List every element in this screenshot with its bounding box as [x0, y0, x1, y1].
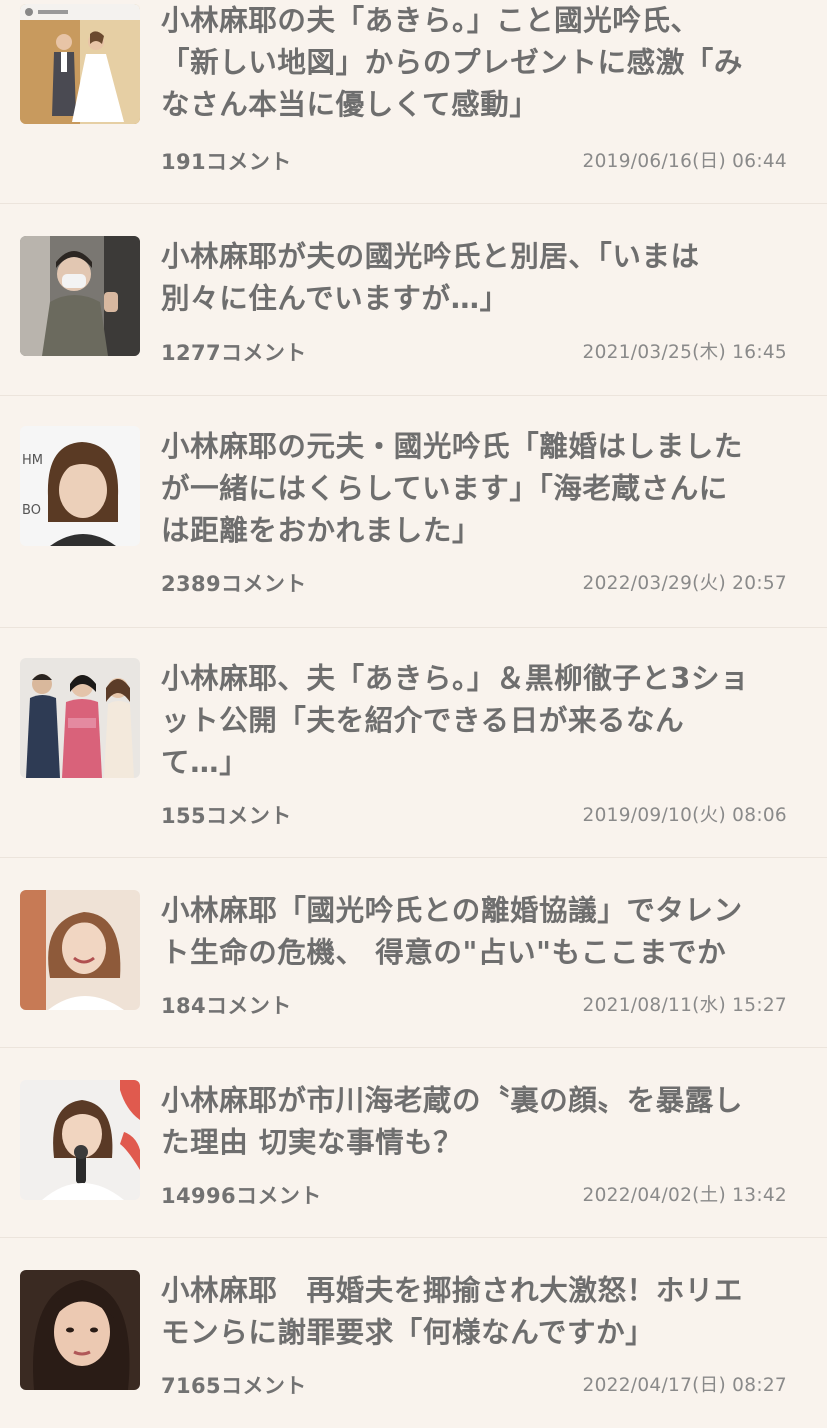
- article-title[interactable]: 小林麻耶の元夫・國光吟氏「離婚はしました が一緒にはくらしています」「海老蔵さん…: [161, 426, 791, 552]
- comment-count: 7165コメント: [161, 1374, 307, 1398]
- article-date: 2022/04/17(日) 08:27: [582, 1375, 787, 1396]
- comment-count: 184コメント: [161, 994, 292, 1018]
- wedding-photo-thumbnail[interactable]: [20, 4, 140, 124]
- comment-count: 1277コメント: [161, 341, 307, 365]
- article-item[interactable]: 小林麻耶「國光吟氏との離婚協議」でタレン ト生命の危機、 得意の"占い"もここま…: [0, 858, 827, 1048]
- article-item[interactable]: HM BO 小林麻耶の元夫・國光吟氏「離婚はしました が一緒にはくらしています」…: [0, 396, 827, 628]
- article-date: 2022/04/02(土) 13:42: [582, 1185, 787, 1206]
- woman-portrait-photo-thumbnail[interactable]: HM BO: [20, 426, 140, 546]
- article-date: 2021/08/11(水) 15:27: [582, 995, 787, 1016]
- article-date: 2019/06/16(日) 06:44: [582, 151, 787, 172]
- article-item[interactable]: 小林麻耶が夫の國光吟氏と別居、「いまは 別々に住んでいますが…」 1277コメン…: [0, 204, 827, 396]
- article-date: 2022/03/29(火) 20:57: [582, 573, 787, 594]
- article-item[interactable]: 小林麻耶が市川海老蔵の〝裏の顔〟を暴露し た理由 切実な事情も？ 14996コメ…: [0, 1048, 827, 1238]
- article-date: 2021/03/25(木) 16:45: [582, 342, 787, 363]
- article-item[interactable]: 小林麻耶の夫「あきら。」こと國光吟氏、 「新しい地図」からのプレゼントに感激「み…: [0, 0, 827, 204]
- smiling-woman-photo-icon: [20, 890, 140, 1010]
- article-title[interactable]: 小林麻耶が市川海老蔵の〝裏の顔〟を暴露し た理由 切実な事情も？: [161, 1080, 791, 1164]
- svg-text:HM: HM: [22, 453, 43, 468]
- woman-microphone-photo-icon: [20, 1080, 140, 1200]
- article-title[interactable]: 小林麻耶、夫「あきら。」＆黒柳徹子と3ショ ット公開「夫を紹介できる日が来るなん…: [161, 658, 791, 784]
- comment-count: 191コメント: [161, 150, 292, 174]
- woman-microphone-photo-thumbnail[interactable]: [20, 1080, 140, 1200]
- article-title[interactable]: 小林麻耶 再婚夫を揶揄され大激怒！ホリエ モンらに謝罪要求「何様なんですか」: [161, 1270, 791, 1354]
- masked-woman-photo-icon: [20, 236, 140, 356]
- woman-portrait-photo-icon: HM BO: [20, 426, 140, 546]
- masked-woman-photo-thumbnail[interactable]: [20, 236, 140, 356]
- svg-text:BO: BO: [22, 503, 41, 518]
- article-title[interactable]: 小林麻耶が夫の國光吟氏と別居、「いまは 別々に住んでいますが…」: [161, 236, 791, 320]
- comment-count: 155コメント: [161, 804, 292, 828]
- article-date: 2019/09/10(火) 08:06: [582, 805, 787, 826]
- article-title[interactable]: 小林麻耶「國光吟氏との離婚協議」でタレン ト生命の危機、 得意の"占い"もここま…: [161, 890, 791, 974]
- group-photo-thumbnail[interactable]: [20, 658, 140, 778]
- wedding-photo-icon: [20, 4, 140, 124]
- group-photo-icon: [20, 658, 140, 778]
- article-title[interactable]: 小林麻耶の夫「あきら。」こと國光吟氏、 「新しい地図」からのプレゼントに感激「み…: [161, 0, 791, 126]
- article-item[interactable]: 小林麻耶、夫「あきら。」＆黒柳徹子と3ショ ット公開「夫を紹介できる日が来るなん…: [0, 628, 827, 858]
- comment-count: 14996コメント: [161, 1184, 322, 1208]
- smiling-woman-photo-thumbnail[interactable]: [20, 890, 140, 1010]
- woman-closeup-photo-thumbnail[interactable]: [20, 1270, 140, 1390]
- article-item[interactable]: 小林麻耶 再婚夫を揶揄され大激怒！ホリエ モンらに謝罪要求「何様なんですか」 7…: [0, 1238, 827, 1428]
- woman-closeup-photo-icon: [20, 1270, 140, 1390]
- comment-count: 2389コメント: [161, 572, 307, 596]
